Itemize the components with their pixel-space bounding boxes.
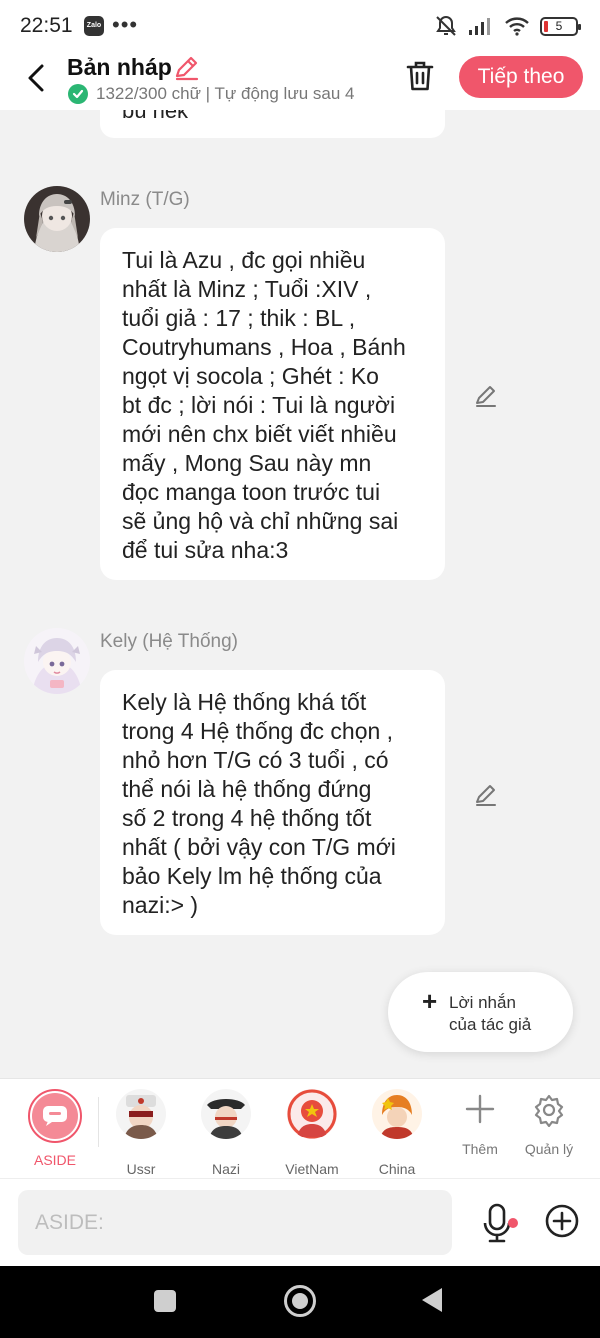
back-icon (28, 64, 44, 92)
character-nazi[interactable]: Nazi (188, 1089, 264, 1177)
character-bar: ASIDE Ussr Nazi VietNam China Thêm Quản … (0, 1078, 600, 1178)
check-icon (68, 84, 88, 104)
avatar (201, 1089, 251, 1139)
character-vietnam[interactable]: VietNam (274, 1089, 350, 1177)
character-label: Ussr (126, 1161, 156, 1177)
voice-input-button[interactable] (481, 1201, 518, 1245)
zalo-notification-icon: Zalo (84, 16, 104, 36)
draft-header: Bản nháp 1322/300 chữ | Tự động lưu sau … (0, 52, 600, 110)
avatar-image-minz (24, 186, 90, 252)
next-button[interactable]: Tiếp theo (459, 56, 583, 98)
avatar (287, 1089, 337, 1139)
character-name: Kely (Hệ Thống) (100, 631, 238, 652)
recent-apps-button[interactable] (154, 1290, 176, 1312)
avatar[interactable] (24, 186, 90, 252)
manage-label: Quản lý (524, 1141, 574, 1157)
delete-button[interactable] (402, 58, 438, 94)
pencil-icon (476, 386, 496, 407)
edit-title-button[interactable] (173, 54, 201, 87)
manage-button[interactable]: Quản lý (519, 1091, 579, 1161)
battery-icon: 5 (540, 16, 581, 36)
status-icons: 5 (434, 14, 581, 38)
edit-message-button[interactable] (471, 381, 501, 411)
edit-message-button[interactable] (471, 780, 501, 810)
status-time: 22:51 (20, 14, 73, 37)
character-ussr[interactable]: Ussr (103, 1089, 179, 1177)
signal-icon (469, 18, 490, 35)
add-character-label: Thêm (462, 1141, 498, 1157)
battery-level: 5 (555, 18, 563, 33)
gear-icon (534, 1094, 564, 1127)
system-back-button[interactable] (422, 1288, 442, 1312)
trash-icon (406, 61, 434, 91)
avatar (372, 1089, 422, 1139)
message-bubble[interactable]: Tui là Azu , đc gọi nhiều nhất là Minz ;… (100, 228, 445, 580)
plus-icon (465, 1094, 495, 1124)
add-media-button[interactable] (545, 1204, 579, 1238)
word-count-text: 1322/300 chữ | Tự động lưu sau 4 (96, 84, 355, 103)
notification-dot (508, 1218, 518, 1228)
message-bubble[interactable]: Kely là Hệ thống khá tốt trong 4 Hệ thốn… (100, 670, 445, 935)
chat-bubble-icon (43, 1106, 67, 1126)
character-name: Minz (T/G) (100, 189, 190, 210)
add-circle-icon (545, 1204, 579, 1238)
author-note-label: Lời nhắn của tác giả (449, 993, 532, 1034)
status-bar: 22:51 Zalo ••• 5 (0, 0, 600, 52)
composer-bar (0, 1178, 600, 1266)
author-note-button[interactable]: + Lời nhắn của tác giả (388, 972, 573, 1052)
aside-character-button[interactable] (28, 1089, 82, 1143)
page-title: Bản nháp (67, 54, 172, 80)
avatar[interactable] (24, 628, 90, 694)
pencil-icon (476, 785, 496, 806)
system-nav-bar (0, 1266, 600, 1338)
character-label: China (378, 1161, 416, 1177)
plus-icon: + (422, 986, 438, 1016)
more-notifications-icon: ••• (112, 12, 139, 37)
avatar-image-kely (24, 628, 90, 694)
mute-icon (436, 15, 456, 36)
avatar (116, 1089, 166, 1139)
add-character-button[interactable]: Thêm (450, 1091, 510, 1161)
autosave-status: 1322/300 chữ | Tự động lưu sau 4 (68, 84, 380, 104)
character-label: Nazi (211, 1161, 240, 1177)
wifi-icon (505, 17, 529, 36)
divider (98, 1097, 99, 1147)
aside-label: ASIDE (33, 1152, 76, 1168)
aside-input[interactable] (18, 1190, 452, 1255)
character-label: VietNam (285, 1161, 339, 1177)
pencil-icon (175, 56, 199, 81)
character-china[interactable]: China (359, 1089, 435, 1177)
back-button[interactable] (18, 60, 54, 96)
home-button[interactable] (284, 1285, 316, 1317)
